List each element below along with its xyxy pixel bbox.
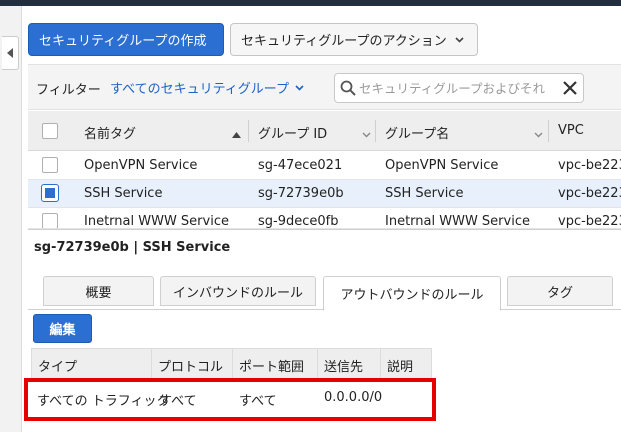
row-checkbox[interactable] [42,213,58,228]
column-header-vpc[interactable]: VPC [558,123,584,138]
row-group-id: sg-9dece0fb [258,214,339,229]
table-row[interactable]: Inetrnal WWW Service sg-9dece0fb Inetrna… [28,208,621,229]
row-vpc: vpc-be223fe [558,186,621,201]
rule-protocol: すべて [159,394,197,409]
tab-label: インバウンドのルール [172,285,303,301]
search-box[interactable] [334,73,584,103]
sidebar-collapse-button[interactable] [2,36,19,70]
column-header-group-id[interactable]: グループ ID [258,123,327,142]
sort-up-icon[interactable] [232,127,241,142]
rules-column-type: タイプ [32,349,152,381]
tab-label: アウトバウンドのルール [340,288,484,303]
rules-table-row: すべての トラフィック すべて すべて 0.0.0.0/0 [31,381,432,413]
create-button-label: セキュリティグループの作成 [39,34,207,49]
rule-type: すべての トラフィック [37,394,170,409]
row-group-id: sg-47ece021 [258,158,343,173]
column-header-group-name[interactable]: グループ名 [385,123,449,142]
row-group-name: Inetrnal WWW Service [385,214,530,229]
row-name-tag: Inetrnal WWW Service [84,214,229,229]
column-separator [548,120,549,142]
rules-column-destination: 送信先 [318,349,381,381]
actions-button-label: セキュリティグループのアクション [241,34,447,49]
row-checkbox-checked[interactable] [41,184,59,202]
chevron-left-icon [6,48,13,58]
filter-dropdown[interactable]: すべてのセキュリティグループ [110,78,304,97]
tab-label: タグ [546,285,573,301]
rules-column-port-range: ポート範囲 [233,349,318,381]
row-vpc: vpc-be223fe [558,214,621,229]
detail-panel: sg-72739e0b | SSH Service 概要 インバウンドのルール … [28,229,621,432]
caret-down-icon [455,36,464,43]
column-separator [375,120,376,142]
rules-column-description: 説明 [387,359,414,375]
tab-label: 概要 [85,285,112,301]
caret-down-icon [295,84,304,91]
table-row-selected[interactable]: SSH Service sg-72739e0b SSH Service vpc-… [28,180,621,208]
detail-tabs: 概要 インバウンドのルール アウトバウンドのルール タグ [28,276,621,311]
column-header-name-tag[interactable]: 名前タグ [84,123,136,142]
rule-port-range: すべて [239,394,277,409]
edit-button[interactable]: 編集 [33,314,92,343]
row-name-tag: SSH Service [84,186,163,201]
rules-column-protocol: プロトコル [152,349,233,381]
tab-tags[interactable]: タグ [507,276,613,306]
rules-table-header: タイプ プロトコル ポート範囲 送信先 説明 [31,348,432,381]
edit-button-label: 編集 [49,323,76,338]
row-checkbox[interactable] [42,157,58,173]
rule-destination: 0.0.0.0/0 [324,390,383,405]
select-all-checkbox[interactable] [42,123,58,139]
row-group-name: SSH Service [385,186,464,201]
filter-dropdown-value: すべてのセキュリティグループ [110,82,290,97]
search-input[interactable] [359,78,555,98]
console-header [0,0,621,6]
caret-down-icon[interactable] [534,127,543,142]
tab-inbound-rules[interactable]: インバウンドのルール [160,276,316,306]
filter-label: フィルター [36,83,101,98]
create-security-group-button[interactable]: セキュリティグループの作成 [28,23,224,56]
caret-down-icon[interactable] [362,127,371,142]
security-group-actions-button[interactable]: セキュリティグループのアクション [230,23,478,56]
column-separator [248,120,249,142]
tab-outbound-rules[interactable]: アウトバウンドのルール [323,276,501,311]
row-group-name: OpenVPN Service [385,158,499,173]
row-name-tag: OpenVPN Service [84,158,198,173]
detail-title: sg-72739e0b | SSH Service [34,240,231,255]
table-row[interactable]: OpenVPN Service sg-47ece021 OpenVPN Serv… [28,152,621,180]
close-icon[interactable] [562,80,578,100]
table-header: 名前タグ グループ ID グループ名 VPC [28,111,621,151]
filter-bar: フィルター すべてのセキュリティグループ [28,64,621,110]
tab-overview[interactable]: 概要 [43,276,154,306]
row-group-id: sg-72739e0b [258,186,344,201]
search-icon [340,80,356,100]
row-vpc: vpc-be223fe [558,158,621,173]
